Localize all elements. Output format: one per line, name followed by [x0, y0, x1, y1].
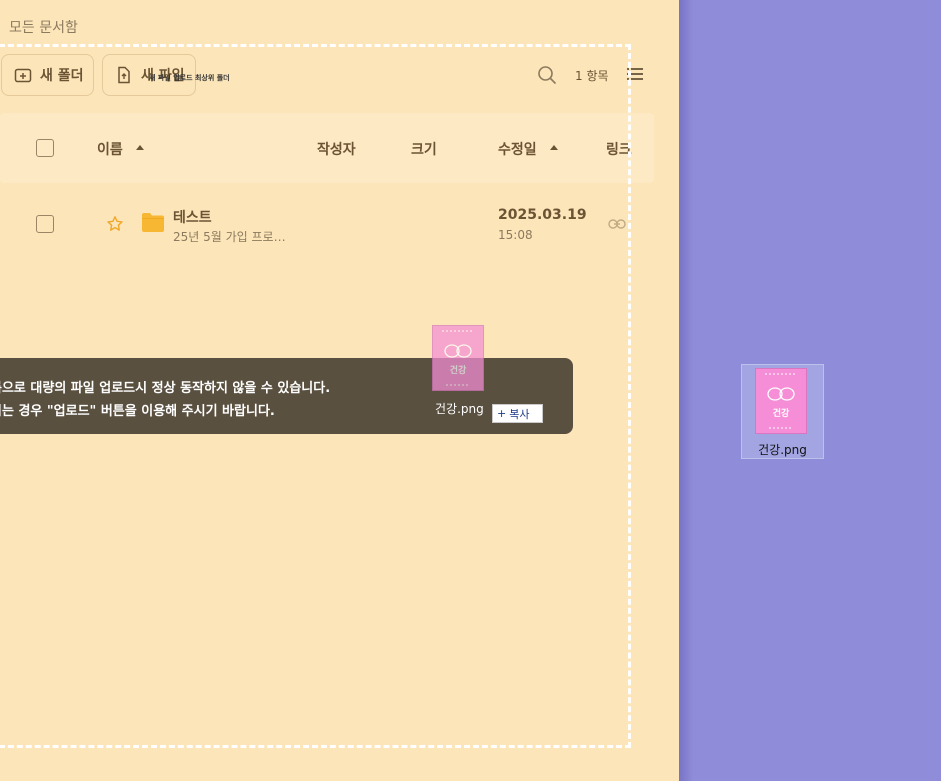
column-name[interactable]: 이름	[97, 139, 123, 159]
desktop-thumbnail[interactable]: 건강	[755, 368, 807, 434]
folder-plus-icon	[14, 68, 32, 83]
copy-label: 복사	[509, 407, 530, 421]
row-time: 15:08	[498, 228, 533, 242]
upload-tooltip: 새 파일 업로드 최상위 폴더	[149, 74, 230, 82]
file-manager-window: 모든 문서함 새 폴더 새 파일 새 파일 업로드 최상위 폴더 1 항목 이름…	[0, 0, 679, 781]
folder-icon	[142, 213, 164, 232]
copy-badge: + 복사	[492, 404, 543, 423]
drag-filename: 건강.png	[435, 402, 484, 416]
new-folder-label: 새 폴더	[40, 68, 84, 84]
toast-line-2: 시는 경우 "업로드" 버튼을 이용해 주시기 바랍니다.	[0, 404, 275, 419]
row-checkbox[interactable]	[36, 215, 54, 233]
star-icon[interactable]	[106, 215, 124, 233]
desktop-filename[interactable]: 건강.png	[741, 441, 824, 458]
column-size[interactable]: 크기	[411, 139, 437, 159]
row-subtitle: 25년 5월 가입 프로…	[173, 230, 286, 244]
search-icon[interactable]	[537, 65, 557, 85]
plus-icon: +	[497, 407, 507, 420]
sort-asc-icon[interactable]	[136, 145, 144, 150]
toast-line-1: 름으로 대량의 파일 업로드시 정상 동작하지 않을 수 있습니다.	[0, 381, 331, 396]
row-date: 2025.03.19	[498, 207, 587, 223]
breadcrumb[interactable]: 모든 문서함	[9, 17, 78, 37]
column-link[interactable]: 링크	[606, 139, 632, 159]
drag-thumb-text: 건강	[450, 364, 467, 376]
column-modified[interactable]: 수정일	[498, 139, 537, 159]
desktop-thumb-text: 건강	[773, 407, 790, 419]
sort-asc-icon[interactable]	[550, 145, 558, 150]
select-all-checkbox[interactable]	[36, 139, 54, 157]
new-folder-button[interactable]: 새 폴더	[1, 54, 94, 96]
drag-thumbnail: 건강	[432, 325, 484, 391]
row-title[interactable]: 테스트	[173, 207, 212, 227]
link-icon[interactable]	[608, 218, 626, 230]
window-shadow	[679, 0, 693, 781]
file-upload-icon	[118, 66, 130, 84]
item-count: 1 항목	[575, 69, 609, 83]
list-view-icon[interactable]	[626, 66, 644, 84]
column-author[interactable]: 작성자	[317, 139, 356, 159]
toast-message: 름으로 대량의 파일 업로드시 정상 동작하지 않을 수 있습니다. 시는 경우…	[0, 358, 573, 434]
